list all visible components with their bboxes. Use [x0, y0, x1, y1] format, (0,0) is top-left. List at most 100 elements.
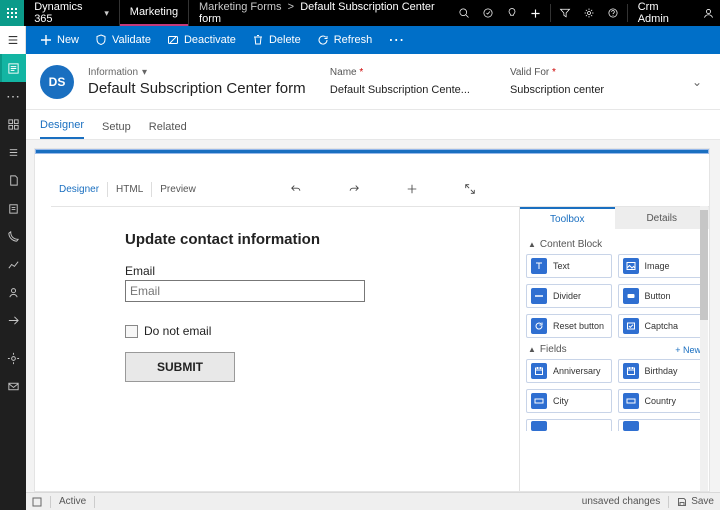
header-field-validfor[interactable]: Valid For * Subscription center [510, 67, 650, 96]
tab-label: Related [149, 121, 187, 133]
donotemail-checkbox[interactable] [125, 325, 138, 338]
nav-item-shortcut[interactable] [0, 306, 26, 334]
assistant-icon[interactable] [500, 0, 524, 26]
divider [50, 496, 51, 508]
toolbox-panel: Toolbox Details ▲Content Block Text Imag… [519, 206, 709, 491]
nav-item-more[interactable]: ⋯ [0, 82, 26, 110]
deactivate-button[interactable]: Deactivate [159, 26, 244, 54]
nav-item-email[interactable] [0, 372, 26, 400]
toolbox-field-more-1[interactable] [526, 419, 612, 431]
toolbox-section-content[interactable]: ▲Content Block [526, 233, 703, 254]
item-label: Anniversary [553, 366, 601, 376]
triangle-down-icon: ▲ [528, 345, 536, 354]
nav-item-list[interactable] [0, 138, 26, 166]
item-label: Divider [553, 291, 581, 301]
record-tabs: Designer Setup Related [26, 110, 720, 140]
divider [627, 4, 628, 22]
left-nav: ⋯ [0, 54, 26, 510]
toolbox-field-country[interactable]: Country [618, 389, 704, 413]
app-launcher[interactable] [0, 0, 24, 26]
save-button[interactable]: Save [677, 496, 714, 507]
user-avatar-icon[interactable] [696, 0, 720, 26]
validate-button[interactable]: Validate [87, 26, 159, 54]
form-selector-label: Information [88, 67, 138, 78]
status-toggle[interactable] [32, 497, 42, 507]
header-field-name[interactable]: Name * Default Subscription Cente... [330, 67, 470, 96]
breadcrumb-parent[interactable]: Marketing Forms [199, 1, 282, 13]
item-label: Text [553, 261, 570, 271]
toolbox-item-button[interactable]: Button [618, 284, 704, 308]
nav-item-analytics[interactable] [0, 250, 26, 278]
search-icon[interactable] [452, 0, 476, 26]
more-commands[interactable]: ⋯ [380, 26, 413, 54]
trash-icon [252, 34, 264, 46]
refresh-button[interactable]: Refresh [309, 26, 381, 54]
captcha-icon [623, 318, 639, 334]
undo-button[interactable] [284, 177, 308, 201]
canvas-tab-label: Designer [59, 184, 99, 195]
unsaved-label: unsaved changes [582, 496, 660, 507]
email-input[interactable] [125, 280, 365, 302]
delete-button[interactable]: Delete [244, 26, 309, 54]
toolbox-section-fields[interactable]: ▲Fields+ New [526, 338, 703, 359]
nav-toggle[interactable] [0, 26, 26, 54]
user-menu[interactable]: Crm Admin [630, 1, 696, 25]
toolbox-field-anniversary[interactable]: Anniversary [526, 359, 612, 383]
designer-toolbar: Designer HTML Preview [35, 172, 709, 206]
shield-check-icon [95, 34, 107, 46]
name-label: Name [330, 67, 357, 78]
toolbox-field-birthday[interactable]: Birthday [618, 359, 704, 383]
toolbox-item-captcha[interactable]: Captcha [618, 314, 704, 338]
nav-item-document[interactable] [0, 166, 26, 194]
nav-item-phone[interactable] [0, 222, 26, 250]
button-icon [623, 288, 639, 304]
toolbox-tab-toolbox[interactable]: Toolbox [520, 207, 615, 229]
toolbox-field-city[interactable]: City [526, 389, 612, 413]
divider [668, 496, 669, 508]
product-switch[interactable]: Dynamics 365 ▾ [24, 1, 119, 25]
nav-item-settings[interactable] [0, 344, 26, 372]
tab-designer[interactable]: Designer [40, 119, 84, 139]
nav-item-marketing-forms[interactable] [0, 54, 26, 82]
tab-setup[interactable]: Setup [102, 121, 131, 139]
form-canvas[interactable]: Update contact information Email Do not … [51, 206, 519, 491]
nav-item-dashboard[interactable] [0, 110, 26, 138]
canvas-tab-html[interactable]: HTML [108, 182, 152, 197]
unsaved-indicator: unsaved changes [582, 496, 660, 507]
canvas-tab-preview[interactable]: Preview [152, 182, 204, 197]
toolbox-item-divider[interactable]: Divider [526, 284, 612, 308]
app-name[interactable]: Marketing [120, 0, 188, 26]
undo-icon [290, 183, 302, 195]
refresh-label: Refresh [334, 34, 373, 46]
form-selector[interactable]: Information▾ [88, 67, 306, 78]
submit-button[interactable]: SUBMIT [125, 352, 235, 382]
canvas-tab-designer[interactable]: Designer [51, 182, 108, 197]
nav-item-contacts[interactable] [0, 278, 26, 306]
toolbox-item-text[interactable]: Text [526, 254, 612, 278]
save-label: Save [691, 496, 714, 507]
product-name: Dynamics 365 [34, 1, 98, 25]
add-element-button[interactable] [400, 177, 424, 201]
redo-button[interactable] [342, 177, 366, 201]
task-flow-icon[interactable] [476, 0, 500, 26]
expand-header[interactable]: ⌄ [688, 75, 706, 89]
toolbox-field-more-2[interactable] [618, 419, 704, 431]
text-field-icon [623, 393, 639, 409]
toolbox-tab-details[interactable]: Details [615, 207, 710, 229]
tab-related[interactable]: Related [149, 121, 187, 139]
settings-icon[interactable] [577, 0, 601, 26]
toolbox-scrollbar-thumb[interactable] [700, 210, 708, 320]
add-icon[interactable] [524, 0, 548, 26]
help-icon[interactable] [601, 0, 625, 26]
deactivate-label: Deactivate [184, 34, 236, 46]
nav-item-pages[interactable] [0, 194, 26, 222]
toolbox-item-reset[interactable]: Reset button [526, 314, 612, 338]
divider-icon [531, 288, 547, 304]
toolbox-item-image[interactable]: Image [618, 254, 704, 278]
fields-new-link[interactable]: + New [675, 345, 701, 355]
new-button[interactable]: New [32, 26, 87, 54]
status-text: Active [59, 496, 86, 507]
fullscreen-button[interactable] [458, 177, 482, 201]
filter-icon[interactable] [553, 0, 577, 26]
form-heading: Update contact information [125, 231, 519, 248]
